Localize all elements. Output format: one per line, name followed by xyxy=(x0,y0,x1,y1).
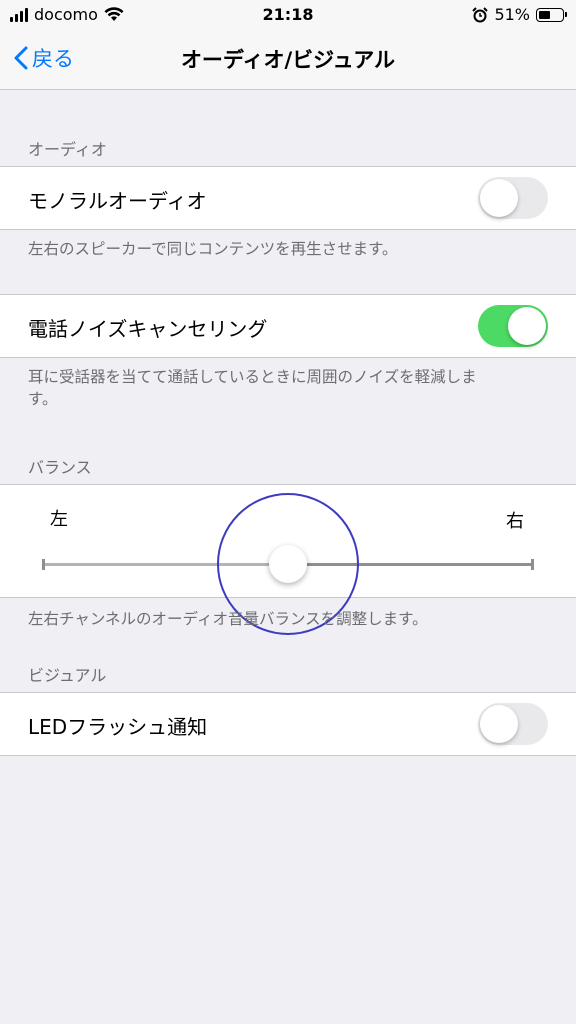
balance-note: 左右チャンネルのオーディオ音量バランスを調整します。 xyxy=(28,610,428,628)
section-header-balance: バランス xyxy=(28,458,92,477)
mono-audio-label: モノラルオーディオ xyxy=(28,189,207,213)
navigation-bar: 戻る オーディオ/ビジュアル xyxy=(0,30,576,90)
battery-percent: 51% xyxy=(494,5,530,24)
page-title: オーディオ/ビジュアル xyxy=(180,48,396,72)
led-flash-toggle[interactable] xyxy=(478,703,548,745)
battery-icon xyxy=(536,7,567,22)
led-flash-row: LEDフラッシュ通知 xyxy=(0,692,576,756)
noise-cancel-note: 耳に受話器を当てて通話しているときに周囲のノイズを軽減します。 xyxy=(28,368,477,408)
slider-right-cap xyxy=(531,559,534,570)
led-flash-label: LEDフラッシュ通知 xyxy=(28,715,208,739)
noise-cancel-toggle[interactable] xyxy=(478,305,548,347)
balance-slider-fill xyxy=(42,563,288,566)
mono-audio-row: モノラルオーディオ xyxy=(0,166,576,230)
status-bar: docomo 21:18 51% xyxy=(0,0,576,30)
noise-cancel-row: 電話ノイズキャンセリング xyxy=(0,294,576,358)
balance-left-label: 左 xyxy=(50,509,68,530)
balance-row: 左 右 xyxy=(0,484,576,635)
mono-audio-note: 左右のスピーカーで同じコンテンツを再生させます。 xyxy=(28,240,398,258)
section-header-visual: ビジュアル xyxy=(28,666,107,685)
mono-audio-toggle[interactable] xyxy=(478,177,548,219)
balance-right-label: 右 xyxy=(506,511,524,532)
alarm-icon xyxy=(472,6,489,22)
noise-cancel-label: 電話ノイズキャンセリング xyxy=(28,317,268,341)
status-right: 51% xyxy=(472,5,567,24)
balance-slider-thumb[interactable] xyxy=(269,545,307,583)
toggle-knob xyxy=(480,705,518,743)
toggle-knob xyxy=(508,307,546,345)
slider-left-cap xyxy=(42,559,45,570)
section-header-audio: オーディオ xyxy=(28,140,107,159)
toggle-knob xyxy=(480,179,518,217)
